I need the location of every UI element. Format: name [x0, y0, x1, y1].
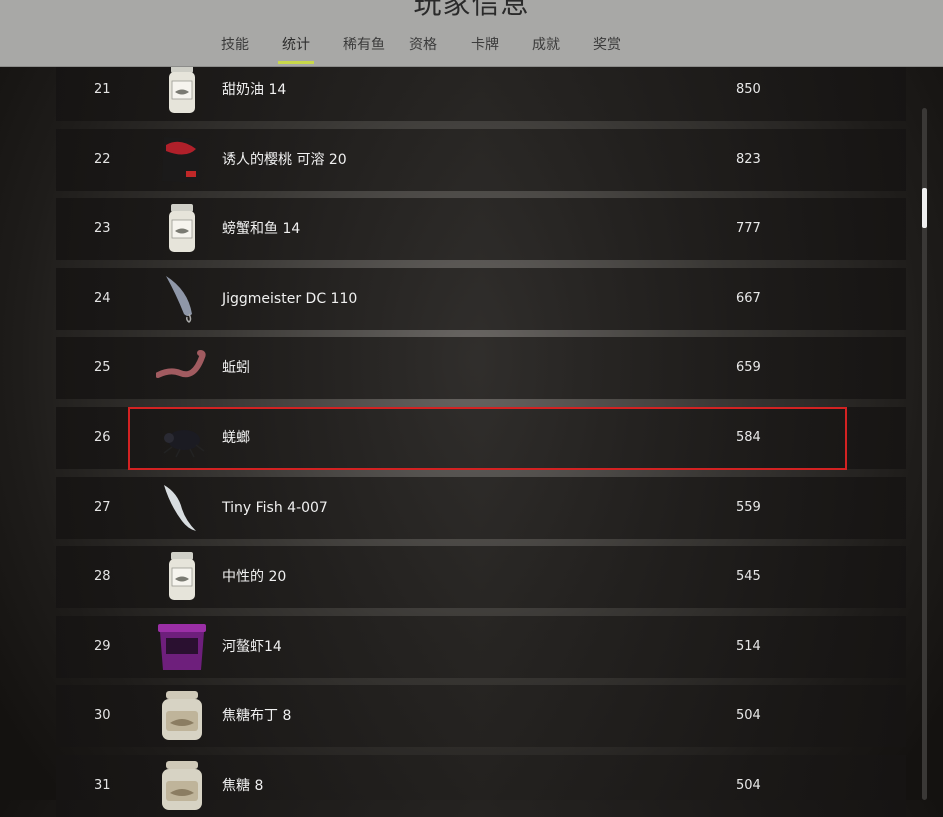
scrollbar[interactable]: [922, 108, 927, 800]
row-value: 659: [736, 360, 761, 376]
row-name: 焦糖布丁 8: [222, 708, 292, 725]
row-name: 中性的 20: [222, 569, 287, 586]
beetle-icon: [156, 413, 208, 463]
bag-icon: [156, 135, 208, 185]
row-value: 777: [736, 221, 761, 237]
row-name: 蚯蚓: [222, 360, 250, 377]
table-row[interactable]: 27 Tiny Fish 4-007 559: [56, 476, 906, 539]
row-value: 667: [736, 290, 761, 306]
row-rank: 24: [94, 290, 111, 306]
row-value: 584: [736, 430, 761, 445]
row-value: 514: [736, 638, 761, 654]
row-rank: 27: [94, 499, 111, 515]
page-title: 玩家信息: [413, 0, 530, 20]
row-value: 823: [736, 151, 761, 167]
table-row[interactable]: 28 中性的 20 545: [56, 546, 906, 609]
header-bar: 玩家信息 技能 统计 稀有鱼 资格 卡牌 成就 奖赏: [0, 0, 943, 67]
tab-cards[interactable]: 卡牌: [471, 34, 499, 54]
jar-icon: [156, 552, 208, 602]
table-row[interactable]: 22 诱人的樱桃 可溶 20 823: [56, 128, 906, 191]
table-row[interactable]: 24 Jiggmeister DC 110 667: [56, 267, 906, 330]
jar-icon: [156, 204, 208, 254]
scrollbar-thumb[interactable]: [922, 188, 927, 228]
jar-icon: [156, 65, 208, 115]
row-rank: 23: [94, 221, 111, 237]
cork-jar-icon: [156, 691, 208, 741]
tab-bar: 技能 统计 稀有鱼 资格 卡牌 成就 奖赏: [0, 34, 943, 66]
row-name: 蜣螂: [222, 430, 250, 446]
spoon-lure-icon: [156, 274, 208, 324]
row-name: 甜奶油 14: [222, 82, 287, 98]
tab-statistics[interactable]: 统计: [282, 34, 310, 54]
row-rank: 29: [94, 638, 111, 654]
row-value: 545: [736, 569, 761, 585]
table-row[interactable]: 26 蜣螂 584: [56, 407, 906, 470]
soft-bait-icon: [156, 483, 208, 533]
row-rank: 31: [94, 778, 111, 793]
tab-qualifications[interactable]: 资格: [409, 34, 437, 54]
row-name: 河螯虾14: [222, 638, 282, 655]
row-rank: 25: [94, 360, 111, 376]
table-row[interactable]: 23 螃蟹和鱼 14 777: [56, 198, 906, 261]
tab-achievements[interactable]: 成就: [532, 34, 560, 54]
cork-jar-icon: [156, 761, 208, 811]
row-rank: 26: [94, 430, 111, 445]
active-tab-underline: [278, 61, 314, 64]
row-name: Tiny Fish 4-007: [222, 499, 328, 516]
bucket-icon: [156, 622, 208, 672]
table-row[interactable]: 29 河螯虾14 514: [56, 615, 906, 678]
row-value: 559: [736, 499, 761, 515]
table-row[interactable]: 25 蚯蚓 659: [56, 337, 906, 400]
stats-list: 21 甜奶油 14 850 22 诱人的樱桃 可溶 20 823 23 螃蟹和鱼 14 777 2…: [56, 0, 906, 817]
table-row[interactable]: 21 甜奶油 14 850: [56, 59, 906, 121]
row-name: 螃蟹和鱼 14: [222, 221, 301, 238]
table-row[interactable]: 30 焦糖布丁 8 504: [56, 685, 906, 748]
row-value: 850: [736, 82, 761, 97]
worm-icon: [155, 343, 208, 393]
tab-rare-fish[interactable]: 稀有鱼: [343, 34, 385, 54]
row-rank: 30: [94, 708, 111, 724]
row-name: 焦糖 8: [222, 778, 264, 794]
tab-rewards[interactable]: 奖赏: [593, 34, 621, 54]
tab-skills[interactable]: 技能: [221, 34, 249, 54]
row-rank: 21: [94, 82, 111, 97]
row-name: Jiggmeister DC 110: [222, 290, 358, 307]
row-value: 504: [736, 708, 761, 724]
row-rank: 22: [94, 151, 111, 167]
row-name: 诱人的樱桃 可溶 20: [222, 151, 347, 168]
row-rank: 28: [94, 569, 111, 585]
table-row[interactable]: 31 焦糖 8 504: [56, 755, 906, 817]
row-value: 504: [736, 778, 761, 793]
